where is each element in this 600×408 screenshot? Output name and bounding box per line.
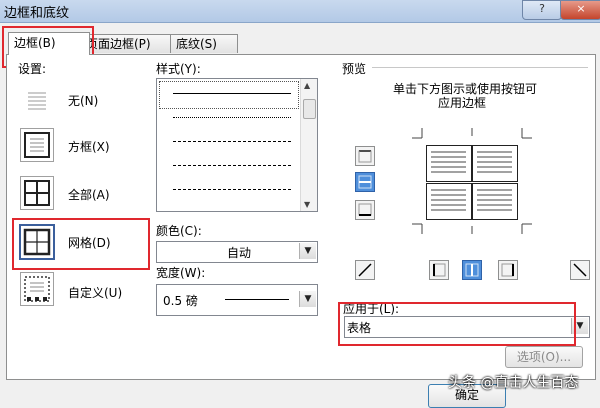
color-value: 自动 <box>227 246 252 260</box>
border-bottom-button[interactable] <box>355 200 375 220</box>
close-button[interactable]: × <box>560 0 600 20</box>
color-select[interactable]: 自动 ▼ <box>156 241 318 263</box>
style-selected-outline <box>159 81 299 109</box>
diagonal-down-icon <box>573 263 587 277</box>
chevron-down-icon[interactable]: ▼ <box>299 243 316 259</box>
style-heading: 样式(Y): <box>156 62 201 76</box>
border-diagonal-down-button[interactable] <box>570 260 590 280</box>
scroll-down-icon[interactable]: ▼ <box>304 200 310 209</box>
style-dashed-short[interactable] <box>173 141 291 142</box>
options-button[interactable]: 选项(O)... <box>505 346 583 368</box>
setting-all-icon[interactable] <box>20 176 54 210</box>
highlight-box-grid <box>12 218 150 270</box>
scroll-up-icon[interactable]: ▲ <box>304 81 310 90</box>
highlight-box-apply <box>338 302 576 346</box>
border-inside-vertical-button[interactable] <box>462 260 482 280</box>
preview-text-lines <box>431 151 512 211</box>
border-left-icon <box>433 263 446 277</box>
style-dashed[interactable] <box>173 165 291 166</box>
scroll-thumb[interactable] <box>303 99 316 119</box>
preview-heading: 预览 <box>342 62 367 76</box>
border-inside-horizontal-icon <box>358 175 372 189</box>
border-diagonal-up-button[interactable] <box>355 260 375 280</box>
border-inside-horizontal-button[interactable] <box>355 172 375 192</box>
setting-box-label[interactable]: 方框(X) <box>68 138 110 155</box>
border-left-button[interactable] <box>429 260 449 280</box>
width-label: 宽度(W): <box>156 266 206 280</box>
close-icon: × <box>576 2 586 15</box>
setting-none-label[interactable]: 无(N) <box>68 92 98 109</box>
setting-all-label[interactable]: 全部(A) <box>68 186 110 203</box>
border-bottom-icon <box>358 203 372 216</box>
chevron-down-icon[interactable]: ▼ <box>299 291 316 307</box>
border-right-button[interactable] <box>498 260 518 280</box>
help-button[interactable]: ? <box>522 0 562 20</box>
tab-borders[interactable]: 边框(B) <box>8 32 90 55</box>
tab-shading[interactable]: 底纹(S) <box>170 34 238 53</box>
width-select[interactable]: 0.5 磅 ▼ <box>156 284 318 316</box>
window-title: 边框和底纹 <box>4 6 70 21</box>
style-dotted[interactable] <box>173 117 291 118</box>
border-right-icon <box>501 263 514 277</box>
diagonal-up-icon <box>358 263 372 277</box>
border-top-icon <box>358 150 372 163</box>
width-value: 0.5 磅 <box>163 294 198 308</box>
style-list[interactable]: ▲ ▼ <box>156 78 318 212</box>
settings-heading: 设置: <box>18 62 47 76</box>
setting-custom-label[interactable]: 自定义(U) <box>68 284 122 301</box>
setting-none-icon[interactable] <box>20 84 54 118</box>
watermark-text: 头条 @直击人生百态 <box>448 375 579 391</box>
border-inside-vertical-icon <box>465 263 479 277</box>
title-bar: 边框和底纹 ? × <box>0 0 600 23</box>
tab-page-border[interactable]: 页面边框(P) <box>80 34 180 53</box>
preview-divider <box>372 67 588 68</box>
setting-box-icon[interactable] <box>20 128 54 162</box>
style-solid[interactable] <box>173 93 291 94</box>
style-scrollbar[interactable]: ▲ ▼ <box>300 79 317 211</box>
setting-custom-icon[interactable] <box>20 272 54 306</box>
style-dash-dot[interactable] <box>173 189 291 190</box>
preview-hint-line2: 应用边框 <box>438 96 487 110</box>
color-label: 颜色(C): <box>156 224 202 238</box>
help-icon: ? <box>539 2 545 15</box>
width-line-sample <box>225 299 289 300</box>
border-top-button[interactable] <box>355 146 375 166</box>
